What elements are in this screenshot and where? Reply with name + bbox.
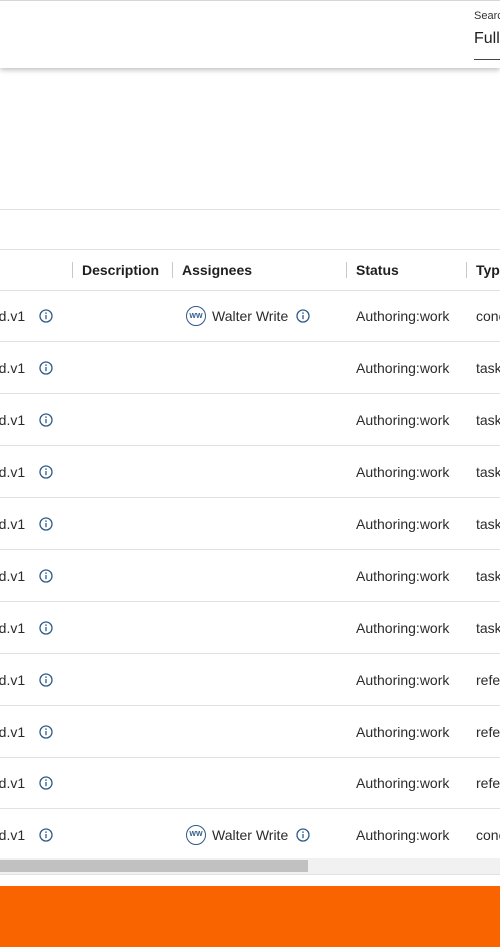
status-cell: Authoring:work	[356, 515, 450, 532]
status-cell: Authoring:work	[356, 723, 450, 740]
status-cell: Authoring:work	[356, 671, 450, 688]
name-cell: rd.v1	[0, 394, 60, 445]
info-icon[interactable]	[39, 516, 53, 531]
search-mode-select[interactable]: Full	[474, 30, 500, 60]
type-cell: concept	[476, 308, 500, 324]
info-icon[interactable]	[39, 464, 53, 479]
table-row[interactable]: rd.v1 Authoring:work task	[0, 342, 500, 394]
column-header-description[interactable]: Description	[82, 250, 159, 290]
info-icon[interactable]	[39, 309, 53, 323]
item-name[interactable]: rd.v1	[0, 412, 25, 428]
info-icon[interactable]	[39, 360, 53, 375]
name-cell: rd.v1	[0, 758, 60, 808]
info-icon[interactable]	[39, 568, 53, 583]
name-cell: rd.v1	[0, 342, 60, 393]
item-name[interactable]: rd.v1	[0, 516, 25, 532]
name-cell: rd.v1	[0, 446, 60, 497]
top-divider	[0, 0, 500, 1]
avatar: WW	[186, 306, 206, 326]
column-separator[interactable]	[172, 262, 173, 278]
item-name[interactable]: rd.v1	[0, 568, 25, 584]
search-label: Search	[474, 10, 500, 22]
type-cell: reference	[476, 671, 500, 688]
type-cell: task	[476, 515, 500, 532]
item-name[interactable]: rd.v1	[0, 360, 25, 376]
table-row[interactable]: rd.v1 Authoring:work task	[0, 498, 500, 550]
results-table: Description Assignees Status Type rd.v1 W…	[0, 249, 500, 860]
status-cell: Authoring:work	[356, 619, 450, 636]
assignee-name: Walter Write	[212, 308, 289, 324]
table-row[interactable]: rd.v1 WW Walter Write Authoring:work concept	[0, 809, 500, 860]
type-cell: task	[476, 567, 500, 584]
avatar: WW	[186, 824, 206, 845]
type-cell: task	[476, 359, 500, 376]
table-row[interactable]: rd.v1 Authoring:work task	[0, 550, 500, 602]
horizontal-scrollbar[interactable]	[0, 858, 500, 875]
table-row[interactable]: rd.v1 Authoring:work reference	[0, 706, 500, 758]
item-name[interactable]: rd.v1	[0, 724, 25, 740]
footer-bar	[0, 886, 500, 947]
name-cell: rd.v1	[0, 291, 60, 341]
info-icon[interactable]	[39, 776, 53, 790]
column-separator[interactable]	[72, 262, 73, 278]
page: Search Full Description Assignees Status…	[0, 0, 500, 947]
item-name[interactable]: rd.v1	[0, 620, 25, 636]
status-cell: Authoring:work	[356, 308, 450, 324]
status-cell: Authoring:work	[356, 359, 450, 376]
type-cell: reference	[476, 723, 500, 740]
table-row[interactable]: rd.v1 WW Walter Write Authoring:work concept	[0, 291, 500, 342]
name-cell: rd.v1	[0, 602, 60, 653]
item-name[interactable]: rd.v1	[0, 827, 25, 843]
info-icon[interactable]	[39, 672, 53, 687]
column-header-assignees[interactable]: Assignees	[182, 250, 252, 290]
info-icon[interactable]	[39, 827, 53, 842]
info-icon[interactable]	[296, 309, 310, 323]
assignee-cell: WW Walter Write	[186, 809, 346, 860]
info-icon[interactable]	[39, 724, 53, 739]
assignee-cell: WW Walter Write	[186, 291, 346, 341]
table-header: Description Assignees Status Type	[0, 249, 500, 291]
table-row[interactable]: rd.v1 Authoring:work task	[0, 446, 500, 498]
status-cell: Authoring:work	[356, 826, 450, 843]
column-header-status[interactable]: Status	[356, 250, 399, 290]
table-row[interactable]: rd.v1 Authoring:work reference	[0, 758, 500, 809]
top-bar: Search Full	[0, 0, 500, 68]
name-cell: rd.v1	[0, 498, 60, 549]
item-name[interactable]: rd.v1	[0, 672, 25, 688]
table-body: rd.v1 WW Walter Write Authoring:work concept…	[0, 291, 500, 860]
name-cell: rd.v1	[0, 706, 60, 757]
status-cell: Authoring:work	[356, 775, 450, 791]
info-icon[interactable]	[296, 827, 310, 842]
section-divider	[0, 209, 500, 210]
status-cell: Authoring:work	[356, 463, 450, 480]
column-separator[interactable]	[466, 262, 467, 278]
table-row[interactable]: rd.v1 Authoring:work reference	[0, 654, 500, 706]
type-cell: task	[476, 411, 500, 428]
name-cell: rd.v1	[0, 809, 60, 860]
table-row[interactable]: rd.v1 Authoring:work task	[0, 602, 500, 654]
type-cell: task	[476, 463, 500, 480]
info-icon[interactable]	[39, 412, 53, 427]
column-header-type[interactable]: Type	[476, 250, 500, 290]
status-cell: Authoring:work	[356, 567, 450, 584]
name-cell: rd.v1	[0, 654, 60, 705]
scrollbar-thumb[interactable]	[0, 860, 308, 872]
name-cell: rd.v1	[0, 550, 60, 601]
table-row[interactable]: rd.v1 Authoring:work task	[0, 394, 500, 446]
type-cell: concept	[476, 826, 500, 843]
column-separator[interactable]	[346, 262, 347, 278]
assignee-name: Walter Write	[212, 826, 289, 843]
type-cell: task	[476, 619, 500, 636]
item-name[interactable]: rd.v1	[0, 464, 25, 480]
status-cell: Authoring:work	[356, 411, 450, 428]
type-cell: reference	[476, 775, 500, 791]
item-name[interactable]: rd.v1	[0, 775, 25, 791]
item-name[interactable]: rd.v1	[0, 308, 25, 324]
info-icon[interactable]	[39, 620, 53, 635]
